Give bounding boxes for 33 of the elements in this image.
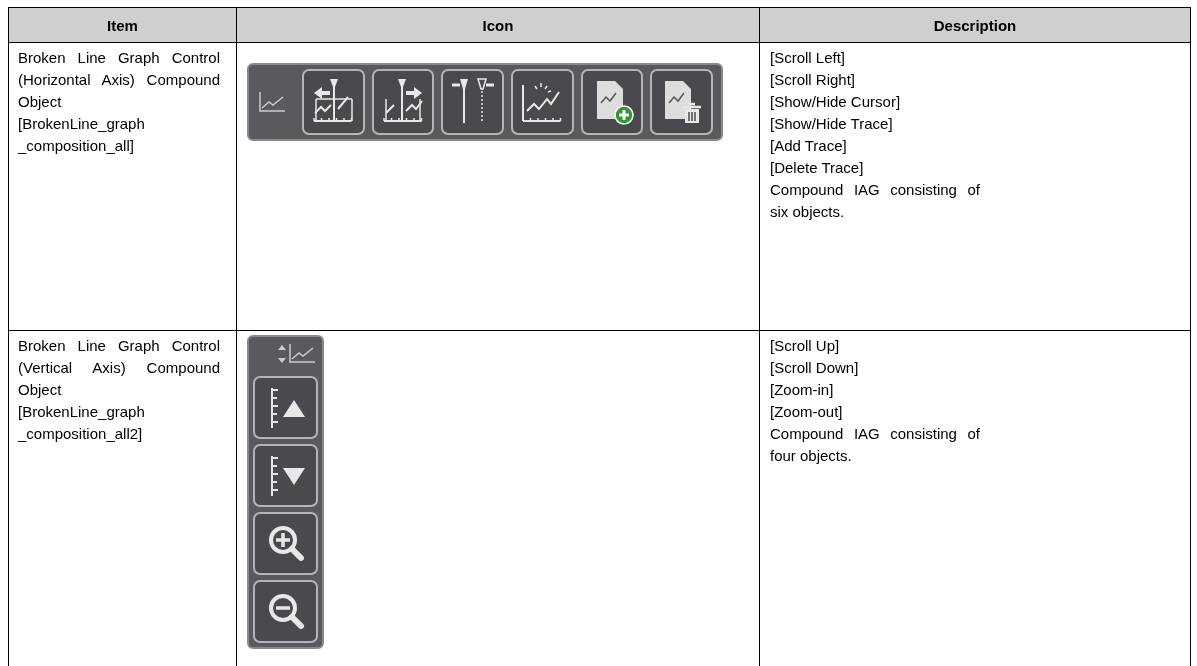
add-trace-button[interactable] <box>580 69 644 135</box>
scroll-right-button[interactable] <box>371 69 435 135</box>
description-text: [Add Trace] <box>770 136 848 156</box>
object-id: [BrokenLine_graph <box>18 402 146 422</box>
description-text: [Delete Trace] <box>770 158 865 178</box>
line-graph-icon <box>257 90 287 114</box>
description-text: [Zoom-out] <box>770 402 844 422</box>
scroll-down-button[interactable] <box>253 444 318 507</box>
description-text: Compound IAG consisting of four objects. <box>770 424 980 466</box>
description-text: Compound IAG consisting of six objects. <box>770 180 980 222</box>
column-header: Icon <box>237 8 760 43</box>
object-id: _composition_all2] <box>18 424 144 444</box>
scroll-left-button[interactable] <box>302 69 365 135</box>
object-id: [BrokenLine_graph <box>18 114 146 134</box>
scroll-up-button[interactable] <box>253 376 318 439</box>
description-text: [Scroll Right] <box>770 70 857 90</box>
column-header: Description <box>760 8 1191 43</box>
scroll-graph-icon <box>277 342 317 366</box>
zoom-out-button[interactable] <box>253 580 318 643</box>
cursor-toggle-button[interactable] <box>441 69 504 135</box>
description-text: [Scroll Left] <box>770 48 847 68</box>
description-text: [Show/Hide Cursor] <box>770 92 902 112</box>
description-text: [Zoom-in] <box>770 380 835 400</box>
item-name: Broken Line Graph Control (Vertical Axis) Compound Object <box>18 336 220 400</box>
delete-trace-button[interactable] <box>650 69 714 135</box>
trace-toggle-button[interactable] <box>511 69 574 135</box>
description-text: [Scroll Up] <box>770 336 841 356</box>
description-text: [Scroll Down] <box>770 358 860 378</box>
description-text: [Show/Hide Trace] <box>770 114 894 134</box>
item-name: Broken Line Graph Control (Horizontal Axis) Compound Object <box>18 48 220 112</box>
object-id: _composition_all] <box>18 136 135 156</box>
column-header: Item <box>9 8 237 43</box>
zoom-in-button[interactable] <box>253 512 318 575</box>
